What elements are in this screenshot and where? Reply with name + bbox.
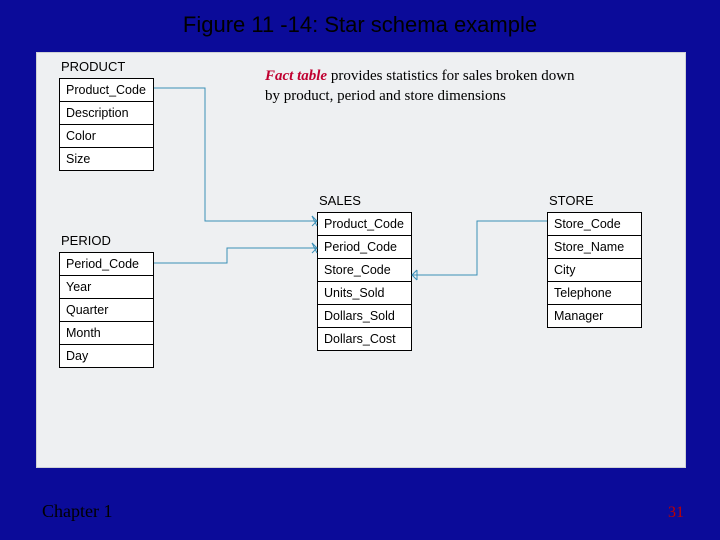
entity-name: PERIOD xyxy=(59,231,154,252)
annotation-emph: Fact table xyxy=(265,68,327,84)
column: Units_Sold xyxy=(317,281,412,305)
entity-name: SALES xyxy=(317,191,412,212)
entity-store: STORE Store_Code Store_Name City Telepho… xyxy=(547,191,642,328)
column: Manager xyxy=(547,304,642,328)
entity-name: STORE xyxy=(547,191,642,212)
column: Month xyxy=(59,321,154,345)
column: Size xyxy=(59,147,154,171)
entity-sales: SALES Product_Code Period_Code Store_Cod… xyxy=(317,191,412,351)
column: Year xyxy=(59,275,154,299)
entity-name: PRODUCT xyxy=(59,57,154,78)
slide: Figure 11 -14: Star schema example PRODU… xyxy=(0,0,720,540)
column: Quarter xyxy=(59,298,154,322)
column: Period_Code xyxy=(317,235,412,259)
column: Day xyxy=(59,344,154,368)
figure-title: Figure 11 -14: Star schema example xyxy=(0,12,720,38)
footer-page-number: 31 xyxy=(668,504,684,522)
diagram-canvas: PRODUCT Product_Code Description Color S… xyxy=(36,52,686,468)
footer-chapter: Chapter 1 xyxy=(42,501,112,522)
column: City xyxy=(547,258,642,282)
column: Dollars_Sold xyxy=(317,304,412,328)
column: Telephone xyxy=(547,281,642,305)
column: Color xyxy=(59,124,154,148)
column: Store_Name xyxy=(547,235,642,259)
column: Description xyxy=(59,101,154,125)
column: Store_Code xyxy=(317,258,412,282)
column: Product_Code xyxy=(317,212,412,236)
column: Product_Code xyxy=(59,78,154,102)
annotation: Fact table provides statistics for sales… xyxy=(265,67,585,106)
column: Store_Code xyxy=(547,212,642,236)
column: Dollars_Cost xyxy=(317,327,412,351)
entity-product: PRODUCT Product_Code Description Color S… xyxy=(59,57,154,171)
entity-period: PERIOD Period_Code Year Quarter Month Da… xyxy=(59,231,154,368)
column: Period_Code xyxy=(59,252,154,276)
